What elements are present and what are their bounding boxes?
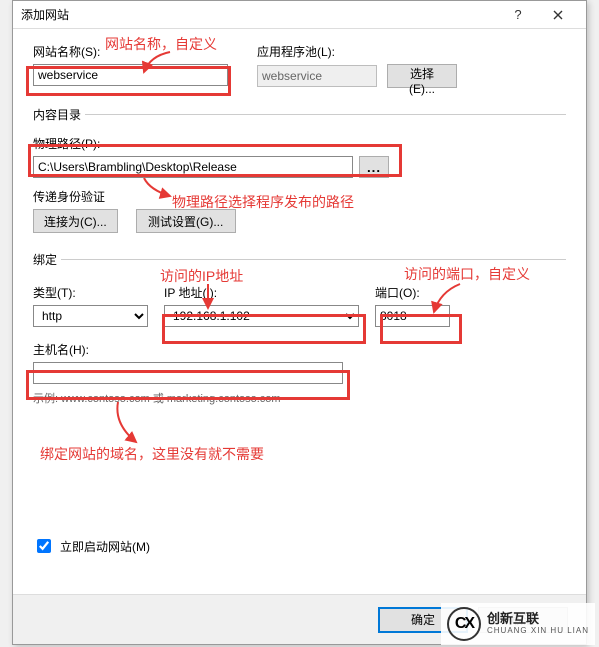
logo-py: CHUANG XIN HU LIAN xyxy=(487,627,589,636)
hostname-example: 示例: www.contoso.com 或 marketing.contoso.… xyxy=(33,390,566,406)
app-pool-label: 应用程序池(L): xyxy=(257,43,457,60)
connect-as-button[interactable]: 连接为(C)... xyxy=(33,209,118,233)
port-input[interactable] xyxy=(375,305,450,327)
physical-path-label: 物理路径(P): xyxy=(33,135,566,152)
dialog-title: 添加网站 xyxy=(21,6,498,23)
dialog-content: 网站名称(S): 应用程序池(L): webservice 选择(E)... 内… xyxy=(13,29,586,566)
physical-path-input[interactable] xyxy=(33,156,353,178)
logo-mark: CX xyxy=(447,607,481,641)
type-select[interactable]: http xyxy=(33,305,148,327)
content-directory-group: 内容目录 物理路径(P): ... 传递身份验证 连接为(C)... 测试设置(… xyxy=(33,106,566,233)
help-button[interactable]: ? xyxy=(498,3,538,27)
type-label: 类型(T): xyxy=(33,284,148,301)
content-directory-legend: 内容目录 xyxy=(33,106,85,123)
ip-select[interactable]: 192.168.1.102 xyxy=(164,305,359,327)
hostname-label: 主机名(H): xyxy=(33,341,566,358)
start-now-label: 立即启动网站(M) xyxy=(60,538,150,555)
ip-label: IP 地址(I): xyxy=(164,284,359,301)
hostname-input[interactable] xyxy=(33,362,343,384)
start-now-checkbox-row[interactable]: 立即启动网站(M) xyxy=(33,536,566,556)
site-name-input[interactable] xyxy=(33,64,228,86)
binding-legend: 绑定 xyxy=(33,251,61,268)
site-name-label: 网站名称(S): xyxy=(33,43,233,60)
port-label: 端口(O): xyxy=(375,284,450,301)
app-pool-display: webservice xyxy=(257,65,377,87)
logo-cn: 创新互联 xyxy=(487,612,589,626)
start-now-checkbox[interactable] xyxy=(37,539,51,553)
select-app-pool-button[interactable]: 选择(E)... xyxy=(387,64,457,88)
binding-group: 绑定 类型(T): http IP 地址(I): 192.168.1.102 端… xyxy=(33,251,566,406)
browse-path-button[interactable]: ... xyxy=(359,156,389,178)
close-button[interactable] xyxy=(538,3,578,27)
watermark-logo: CX 创新互联 CHUANG XIN HU LIAN xyxy=(441,603,595,645)
passthrough-auth-label: 传递身份验证 xyxy=(33,188,566,205)
titlebar: 添加网站 ? xyxy=(13,1,586,29)
add-website-dialog: 添加网站 ? 网站名称(S): 应用程序池(L): webservice 选择(… xyxy=(12,0,587,645)
test-settings-button[interactable]: 测试设置(G)... xyxy=(136,209,236,233)
close-icon xyxy=(553,10,563,20)
